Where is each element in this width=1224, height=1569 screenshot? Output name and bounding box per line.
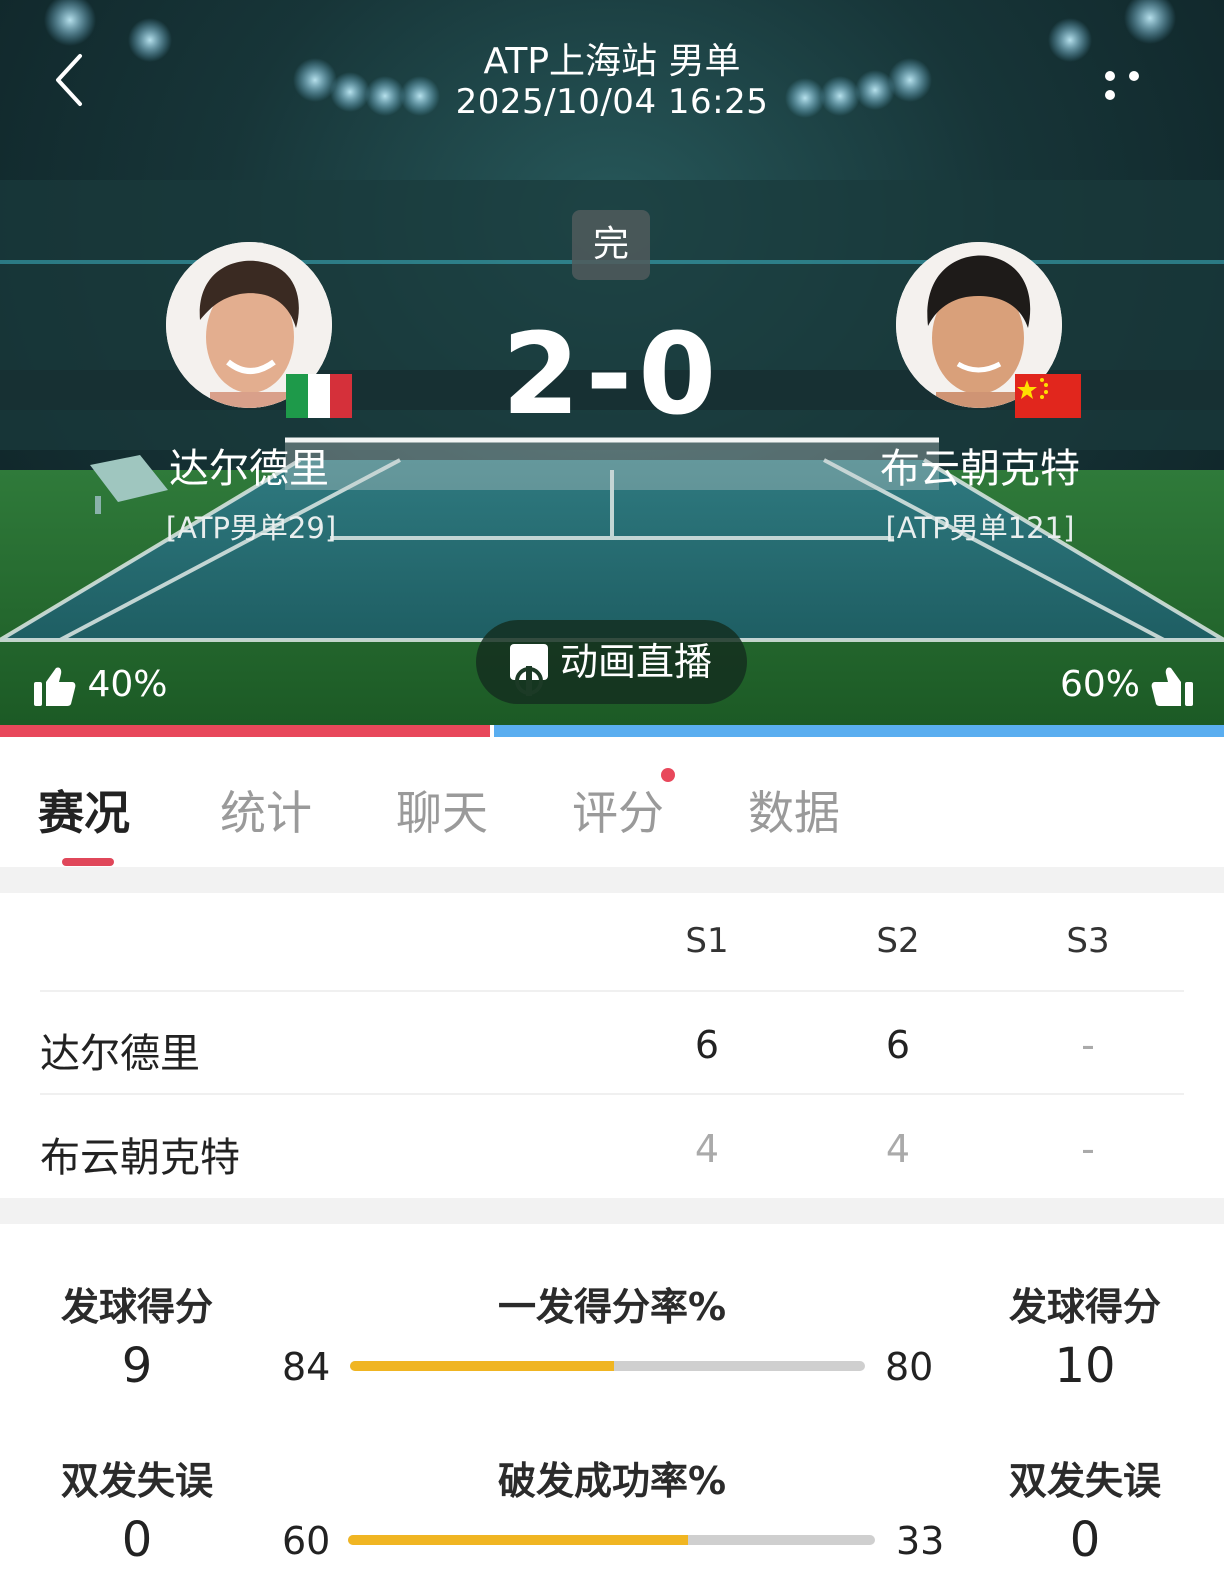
set-score-table: S1 S2 S3 达尔德里 6 6 - 布云朝克特 4 4 - <box>0 893 1224 1198</box>
tab-rating[interactable]: 评分 <box>572 777 664 843</box>
china-flag-icon <box>1015 374 1081 418</box>
set-score-cell: 6 <box>694 1023 720 1067</box>
home-player-rank: [ATP男单29] <box>165 511 337 545</box>
stat-bar-fill <box>348 1535 688 1545</box>
stat-label: 发球得分 <box>60 1285 213 1329</box>
home-vote-button[interactable]: 40% <box>32 660 167 710</box>
stat-value: 9 <box>121 1338 153 1394</box>
animation-live-button[interactable]: 动画直播 <box>476 620 747 704</box>
tournament-title: ATP上海站 男单 <box>483 41 741 82</box>
notification-dot <box>661 768 675 782</box>
stat-title: 一发得分率% <box>497 1285 727 1329</box>
divider <box>0 1198 1224 1224</box>
match-datetime: 2025/10/04 16:25 <box>455 82 769 122</box>
stat-value: 10 <box>1054 1338 1116 1394</box>
away-vote-button[interactable]: 60% <box>1060 660 1195 710</box>
away-player-name[interactable]: 布云朝克特 <box>830 436 1130 494</box>
live-button-label: 动画直播 <box>560 640 713 684</box>
stat-title: 破发成功率% <box>497 1459 727 1503</box>
active-tab-indicator <box>62 858 114 866</box>
home-player-name[interactable]: 达尔德里 <box>99 436 399 494</box>
set-score-cell: - <box>1081 1023 1095 1067</box>
tab-data[interactable]: 数据 <box>748 777 840 843</box>
stat-bar-fill <box>350 1361 614 1371</box>
stat-left-percent: 84 <box>282 1345 331 1389</box>
stat-right-percent: 33 <box>896 1519 945 1563</box>
divider <box>0 867 1224 893</box>
set-header: S2 <box>876 921 920 961</box>
stat-value: 0 <box>1069 1512 1101 1568</box>
home-vote-percent: 40% <box>87 664 168 705</box>
set-row-player-name: 达尔德里 <box>40 1031 200 1077</box>
italy-flag-icon <box>286 374 352 418</box>
stat-label: 双发失误 <box>1008 1459 1161 1503</box>
set-row-player-name: 布云朝克特 <box>40 1135 240 1181</box>
live-animation-icon <box>510 644 548 696</box>
home-vote-bar <box>0 725 490 737</box>
stat-left-percent: 60 <box>282 1519 331 1563</box>
tab-overview[interactable]: 赛况 <box>38 777 130 843</box>
thumbs-up-icon <box>34 667 76 706</box>
set-score-cell: 6 <box>885 1023 911 1067</box>
set-header: S3 <box>1066 921 1110 961</box>
set-score-cell: 4 <box>694 1127 720 1171</box>
stat-value: 0 <box>121 1512 153 1568</box>
stat-bar <box>350 1361 865 1371</box>
stat-label: 双发失误 <box>60 1459 213 1503</box>
stat-label: 发球得分 <box>1008 1285 1161 1329</box>
away-vote-bar <box>494 725 1224 737</box>
tab-stats[interactable]: 统计 <box>220 777 312 843</box>
thumbs-up-icon <box>1152 667 1194 706</box>
tab-bar: 赛况 统计 聊天 评分 数据 <box>0 737 1224 867</box>
set-header: S1 <box>685 921 729 961</box>
away-player-rank: [ATP男单121] <box>885 511 1075 545</box>
match-header: ATP上海站 男单 2025/10/04 16:25 完 2-0 达尔德里 [A… <box>0 0 1224 725</box>
row-divider <box>40 990 1184 992</box>
set-score-cell: 4 <box>885 1127 911 1171</box>
stat-bar <box>348 1535 875 1545</box>
tab-chat[interactable]: 聊天 <box>396 777 488 843</box>
away-vote-percent: 60% <box>1060 664 1141 705</box>
row-divider <box>40 1093 1184 1095</box>
stat-right-percent: 80 <box>885 1345 934 1389</box>
match-status-badge: 完 <box>572 210 650 280</box>
set-score-cell: - <box>1081 1127 1095 1171</box>
